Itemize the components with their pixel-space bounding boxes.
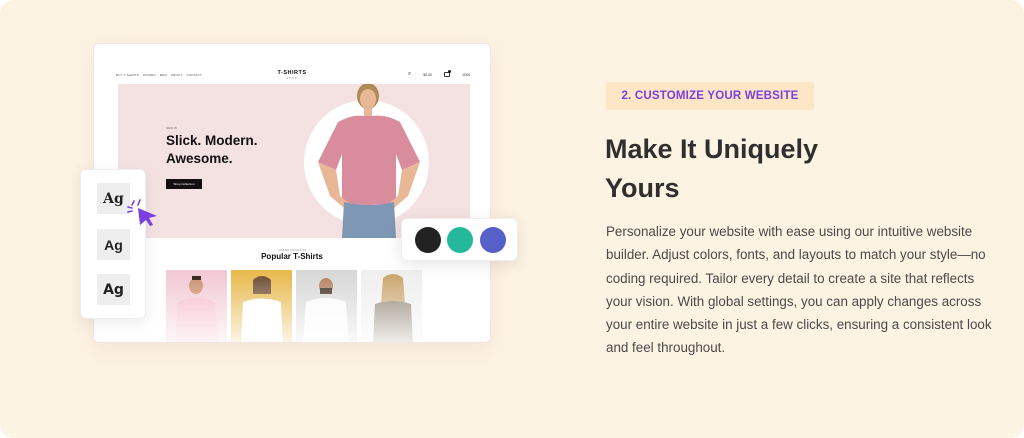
hero-shop-button[interactable]: Shop Collection bbox=[166, 179, 202, 189]
cursor-click-icon bbox=[127, 199, 157, 226]
hero-title: Slick. Modern. Awesome. bbox=[166, 133, 258, 166]
font-selector-panel: Ag Ag Ag bbox=[80, 169, 146, 319]
color-swatch-teal[interactable] bbox=[447, 227, 473, 253]
color-swatch-black[interactable] bbox=[415, 227, 441, 253]
product-grid bbox=[166, 270, 422, 343]
product-card[interactable] bbox=[296, 270, 357, 343]
mockup-navbar: BUY T-SHIRTS WOMEN MEN ABOUT CONTACT T-S… bbox=[94, 44, 490, 82]
heading-line: Yours bbox=[605, 173, 680, 203]
product-card[interactable] bbox=[361, 270, 422, 343]
bag-icon[interactable] bbox=[444, 70, 452, 77]
color-swatch-indigo[interactable] bbox=[480, 227, 506, 253]
color-selector-panel bbox=[401, 218, 518, 261]
feature-card: BUY T-SHIRTS WOMEN MEN ABOUT CONTACT T-S… bbox=[0, 0, 1024, 438]
description-paragraph: Personalize your website with ease using… bbox=[606, 224, 992, 356]
product-card[interactable] bbox=[166, 270, 227, 343]
mockup-account-link[interactable]: JOIN bbox=[462, 73, 470, 77]
section-heading: Make It Uniquely Yours bbox=[605, 130, 905, 208]
mockup-cart-total[interactable]: $0.00 bbox=[423, 73, 432, 77]
product-card[interactable] bbox=[231, 270, 292, 343]
font-option-rounded[interactable]: Ag bbox=[97, 274, 130, 305]
font-option-sans[interactable]: Ag bbox=[97, 229, 130, 260]
hero-eyebrow: NEW IN bbox=[166, 126, 177, 130]
heading-line: Make It Uniquely bbox=[605, 134, 819, 164]
mockup-hero: NEW IN Slick. Modern. Awesome. Shop Coll… bbox=[118, 84, 470, 238]
website-mockup: BUY T-SHIRTS WOMEN MEN ABOUT CONTACT T-S… bbox=[93, 43, 491, 343]
step-badge: 2. CUSTOMIZE YOUR WEBSITE bbox=[606, 82, 814, 110]
mockup-nav-actions: ⌕ $0.00 JOIN bbox=[408, 70, 470, 78]
search-icon[interactable]: ⌕ bbox=[408, 71, 411, 78]
hero-model-image bbox=[318, 84, 420, 238]
